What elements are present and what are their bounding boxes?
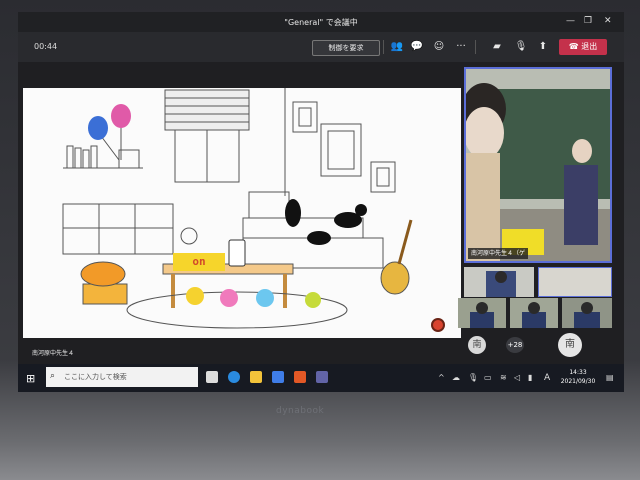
chat-icon[interactable]: 💬 <box>410 40 424 54</box>
participant-video-main[interactable]: 南河原中先生４（ゲ <box>464 67 612 263</box>
ime-indicator[interactable]: A <box>544 373 550 383</box>
taskbar-search[interactable]: ⌕ ここに入力して検索 <box>46 367 198 387</box>
presenter-name: 南河原中先生４ <box>32 350 75 357</box>
classroom-video <box>466 69 610 261</box>
onedrive-icon[interactable]: ☁ <box>452 373 460 382</box>
laptop-brand-logo: dynabook <box>276 406 325 416</box>
windows-taskbar: ⊞ ⌕ ここに入力して検索 ^ ☁ 🎙 ▭ ≋ ◁ ▮ A 14:33 2021… <box>18 364 624 392</box>
screen: "General" で会議中 — ❐ ✕ 00:44 制御を要求 👥 💬 ☺ ·… <box>18 12 624 392</box>
shared-content: on <box>23 88 461 338</box>
participant-thumbnail[interactable] <box>464 267 534 297</box>
participant-avatar[interactable]: 南 <box>558 333 582 357</box>
store-icon[interactable] <box>272 371 284 383</box>
minimize-icon[interactable]: — <box>566 16 575 26</box>
participant-thumbnail[interactable] <box>510 298 558 328</box>
file-explorer-icon[interactable] <box>250 371 262 383</box>
clock-time: 14:33 <box>569 369 587 376</box>
participant-name-tag: 南河原中先生４（ゲ <box>468 248 529 259</box>
start-icon[interactable]: ⊞ <box>26 372 35 385</box>
divider <box>475 40 476 54</box>
clock-date: 2021/09/30 <box>560 378 596 385</box>
camera-icon[interactable]: ▰ <box>490 40 504 54</box>
teams-icon[interactable] <box>316 371 328 383</box>
search-icon: ⌕ <box>50 371 56 381</box>
people-icon[interactable]: 👥 <box>390 40 404 54</box>
participant-thumbnail[interactable] <box>562 298 612 328</box>
reactions-icon[interactable]: ☺ <box>432 40 446 54</box>
meeting-toolbar: 00:44 制御を要求 👥 💬 ☺ ··· ▰ 🎙 ⬆ ☎ 退出 <box>18 32 624 62</box>
on-label: on <box>173 253 225 271</box>
notification-icon[interactable]: ▤ <box>606 373 614 382</box>
edge-icon[interactable] <box>228 371 240 383</box>
volume-icon[interactable]: ◁ <box>514 373 520 382</box>
title-bar: "General" で会議中 — ❐ ✕ <box>18 12 624 32</box>
record-button[interactable] <box>431 318 445 332</box>
office-icon[interactable] <box>294 371 306 383</box>
taskbar-clock[interactable]: 14:33 2021/09/30 <box>558 368 598 386</box>
wifi-icon[interactable]: ≋ <box>500 373 507 382</box>
window-title: "General" で会議中 <box>284 18 358 27</box>
network-icon[interactable]: ▭ <box>484 373 492 382</box>
maximize-icon[interactable]: ❐ <box>584 16 592 26</box>
task-view-icon[interactable] <box>206 371 218 383</box>
tray-chevron-icon[interactable]: ^ <box>438 373 445 382</box>
battery-icon[interactable]: ▮ <box>528 373 532 382</box>
participant-thumbnail[interactable] <box>458 298 506 328</box>
room-illustration <box>62 88 413 329</box>
leave-button[interactable]: ☎ 退出 <box>559 39 607 55</box>
meeting-timer: 00:44 <box>34 42 58 51</box>
search-placeholder: ここに入力して検索 <box>64 373 127 381</box>
participant-avatar[interactable]: 南 <box>468 336 486 354</box>
more-icon[interactable]: ··· <box>454 40 468 54</box>
request-control-button[interactable]: 制御を要求 <box>312 40 380 56</box>
share-icon[interactable]: ⬆ <box>536 40 550 54</box>
participant-thumbnail[interactable] <box>538 267 612 297</box>
mic-tray-icon[interactable]: 🎙 <box>468 373 478 382</box>
leave-label: 退出 <box>581 42 598 51</box>
close-icon[interactable]: ✕ <box>604 16 612 26</box>
mic-icon[interactable]: 🎙 <box>514 40 528 54</box>
divider <box>383 40 384 54</box>
overflow-count-badge[interactable]: +28 <box>506 337 524 353</box>
